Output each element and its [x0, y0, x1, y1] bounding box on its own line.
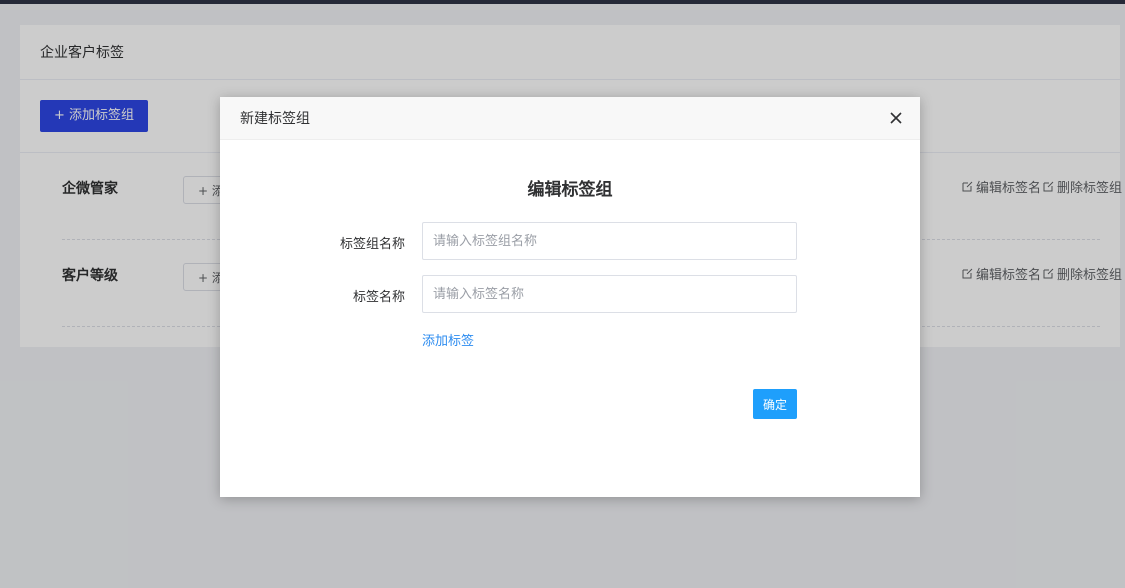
group-name-label: 标签组名称 — [339, 237, 405, 252]
dialog-header-title: 新建标签组 — [240, 111, 310, 127]
dialog-title: 编辑标签组 — [527, 180, 613, 200]
confirm-button[interactable]: 确定 — [753, 389, 797, 419]
add-tag-link[interactable]: 添加标签 — [422, 330, 474, 349]
tag-name-label: 标签名称 — [352, 290, 405, 305]
tag-name-input[interactable] — [422, 275, 797, 313]
dialog-header: 新建标签组 — [220, 97, 920, 140]
group-name-input[interactable] — [422, 222, 797, 260]
close-icon[interactable] — [888, 110, 904, 126]
new-tag-group-dialog: 新建标签组 编辑标签组 标签组名称 标签名称 添加标签 确定 — [220, 97, 920, 497]
